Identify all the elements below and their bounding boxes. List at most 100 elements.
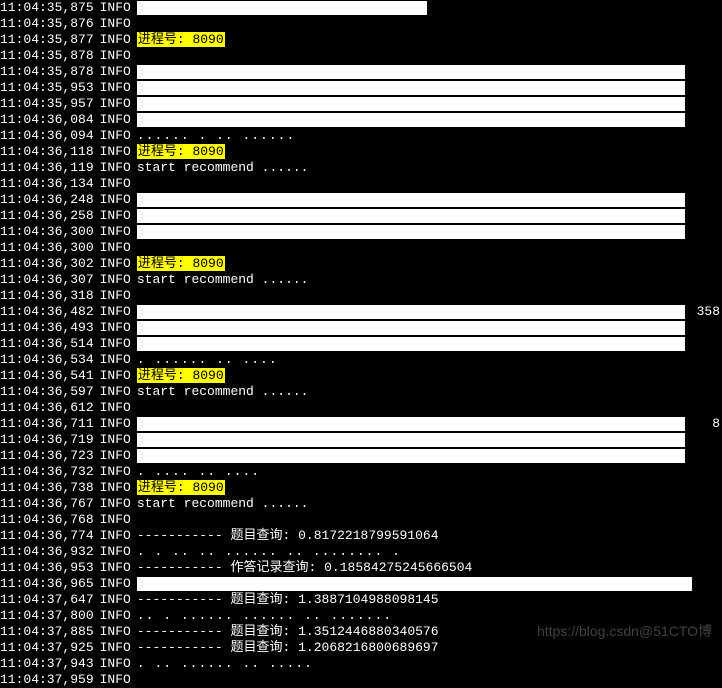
- timestamp: 11:04:36,493: [0, 320, 94, 336]
- log-line: 11:04:36,932INFO. . .. .. ...... .. ....…: [0, 544, 722, 560]
- timestamp: 11:04:37,925: [0, 640, 94, 656]
- dotted-text: .. . ...... ...... .. .......: [137, 608, 392, 624]
- log-line: 11:04:36,612INFO: [0, 400, 722, 416]
- process-id-highlight: 进程号: 8090: [137, 144, 225, 159]
- log-line: 11:04:35,953INFO: [0, 80, 722, 96]
- log-level: INFO: [100, 464, 131, 480]
- log-line: 11:04:35,876 INFO: [0, 16, 722, 32]
- timestamp: 11:04:36,094: [0, 128, 94, 144]
- timestamp: 11:04:36,932: [0, 544, 94, 560]
- log-line: 11:04:36,094INFO...... . .. ......: [0, 128, 722, 144]
- log-line: 11:04:37,925 INFO ----------- 题目查询: 1.2068…: [0, 640, 722, 656]
- timestamp: 11:04:36,300: [0, 224, 94, 240]
- redacted-content: [137, 449, 685, 463]
- log-level: INFO: [100, 448, 131, 464]
- log-line: 11:04:37,800 INFO .. . ...... ...... .. ..…: [0, 608, 722, 624]
- log-line: 11:04:36,119INFOstart recommend ......: [0, 160, 722, 176]
- timestamp: 11:04:37,800: [0, 608, 94, 624]
- query-label: 题目查询:: [230, 640, 290, 655]
- log-level: INFO: [100, 192, 131, 208]
- redacted-content: [137, 97, 685, 111]
- log-level: INFO: [100, 640, 131, 656]
- log-level: INFO: [100, 176, 131, 192]
- query-label: 题目查询:: [230, 592, 290, 607]
- start-recommend-msg: start recommend ......: [137, 160, 309, 176]
- log-line: 11:04:36,597INFOstart recommend ......: [0, 384, 722, 400]
- dotted-text: ...... . .. ......: [137, 128, 295, 144]
- log-line: 11:04:36,482INFO358: [0, 304, 722, 320]
- timestamp: 11:04:36,723: [0, 448, 94, 464]
- timestamp: 11:04:36,541: [0, 368, 94, 384]
- dotted-text: . ...... .. ....: [137, 352, 278, 368]
- timestamp: 11:04:37,943: [0, 656, 94, 672]
- query-line: ----------- 题目查询: 0.8172218799591064: [137, 528, 439, 544]
- timestamp: 11:04:36,953: [0, 560, 94, 576]
- process-id-highlight: 进程号: 8090: [137, 480, 225, 495]
- log-line: 11:04:36,493 INFO: [0, 320, 722, 336]
- dotted-text: . .... .. ....: [137, 464, 260, 480]
- log-line: 11:04:36,248INFO: [0, 192, 722, 208]
- log-line: 11:04:36,768INFO: [0, 512, 722, 528]
- query-line: ----------- 题目查询: 1.3512446880340576: [137, 624, 439, 640]
- redacted-content: [137, 113, 685, 127]
- query-value: 1.3887104988098145: [298, 592, 438, 607]
- timestamp: 11:04:35,878: [0, 48, 94, 64]
- log-level: INFO: [100, 112, 131, 128]
- timestamp: 11:04:36,307: [0, 272, 94, 288]
- timestamp: 11:04:36,134: [0, 176, 94, 192]
- log-line: 11:04:36,965INFO: [0, 576, 722, 592]
- log-line: 11:04:36,300INFO: [0, 240, 722, 256]
- log-line: 11:04:35,957INFO: [0, 96, 722, 112]
- timestamp: 11:04:36,119: [0, 160, 94, 176]
- log-line: 11:04:36,719INFO: [0, 432, 722, 448]
- log-level: INFO: [100, 48, 131, 64]
- timestamp: 11:04:37,647: [0, 592, 94, 608]
- query-line: ----------- 题目查询: 1.3887104988098145: [137, 592, 439, 608]
- timestamp: 11:04:36,738: [0, 480, 94, 496]
- dotted-text: . .. ...... .. .....: [137, 656, 313, 672]
- log-level: INFO: [100, 32, 131, 48]
- process-id-highlight: 进程号: 8090: [137, 368, 225, 383]
- log-level: INFO: [100, 544, 131, 560]
- log-level: INFO: [100, 320, 131, 336]
- timestamp: 11:04:36,084: [0, 112, 94, 128]
- timestamp: 11:04:36,534: [0, 352, 94, 368]
- timestamp: 11:04:35,876: [0, 16, 94, 32]
- timestamp: 11:04:35,877: [0, 32, 94, 48]
- timestamp: 11:04:36,597: [0, 384, 94, 400]
- log-level: INFO: [100, 0, 131, 16]
- redacted-content: [137, 193, 685, 207]
- timestamp: 11:04:36,482: [0, 304, 94, 320]
- timestamp: 11:04:36,118: [0, 144, 94, 160]
- timestamp: 11:04:35,875: [0, 0, 94, 16]
- log-line: 11:04:36,732 INFO . .... .. ....: [0, 464, 722, 480]
- log-level: INFO: [100, 224, 131, 240]
- log-level: INFO: [100, 576, 131, 592]
- log-level: INFO: [100, 16, 131, 32]
- log-level: INFO: [100, 592, 131, 608]
- query-label: 题目查询:: [230, 624, 290, 639]
- timestamp: 11:04:36,719: [0, 432, 94, 448]
- log-line: 11:04:36,534INFO. ...... .. ....: [0, 352, 722, 368]
- timestamp: 11:04:35,878: [0, 64, 94, 80]
- timestamp: 11:04:37,959: [0, 672, 94, 688]
- log-line: 11:04:37,959INFO: [0, 672, 722, 688]
- log-level: INFO: [100, 416, 131, 432]
- timestamp: 11:04:37,885: [0, 624, 94, 640]
- log-line: 11:04:36,514INFO: [0, 336, 722, 352]
- redacted-content: [137, 577, 692, 591]
- query-line: ----------- 题目查询: 1.2068216800689697: [137, 640, 439, 656]
- timestamp: 11:04:36,612: [0, 400, 94, 416]
- log-line: 11:04:36,302INFO进程号: 8090: [0, 256, 722, 272]
- log-level: INFO: [100, 608, 131, 624]
- timestamp: 11:04:36,767: [0, 496, 94, 512]
- log-line: 11:04:36,738INFO进程号: 8090: [0, 480, 722, 496]
- redacted-content: [137, 337, 685, 351]
- timestamp: 11:04:36,732: [0, 464, 94, 480]
- log-level: INFO: [100, 560, 131, 576]
- log-level: INFO: [100, 512, 131, 528]
- timestamp: 11:04:36,300: [0, 240, 94, 256]
- query-value: 1.2068216800689697: [298, 640, 438, 655]
- log-line: 11:04:35,875 INFO: [0, 0, 722, 16]
- log-line: 11:04:36,134 INFO: [0, 176, 722, 192]
